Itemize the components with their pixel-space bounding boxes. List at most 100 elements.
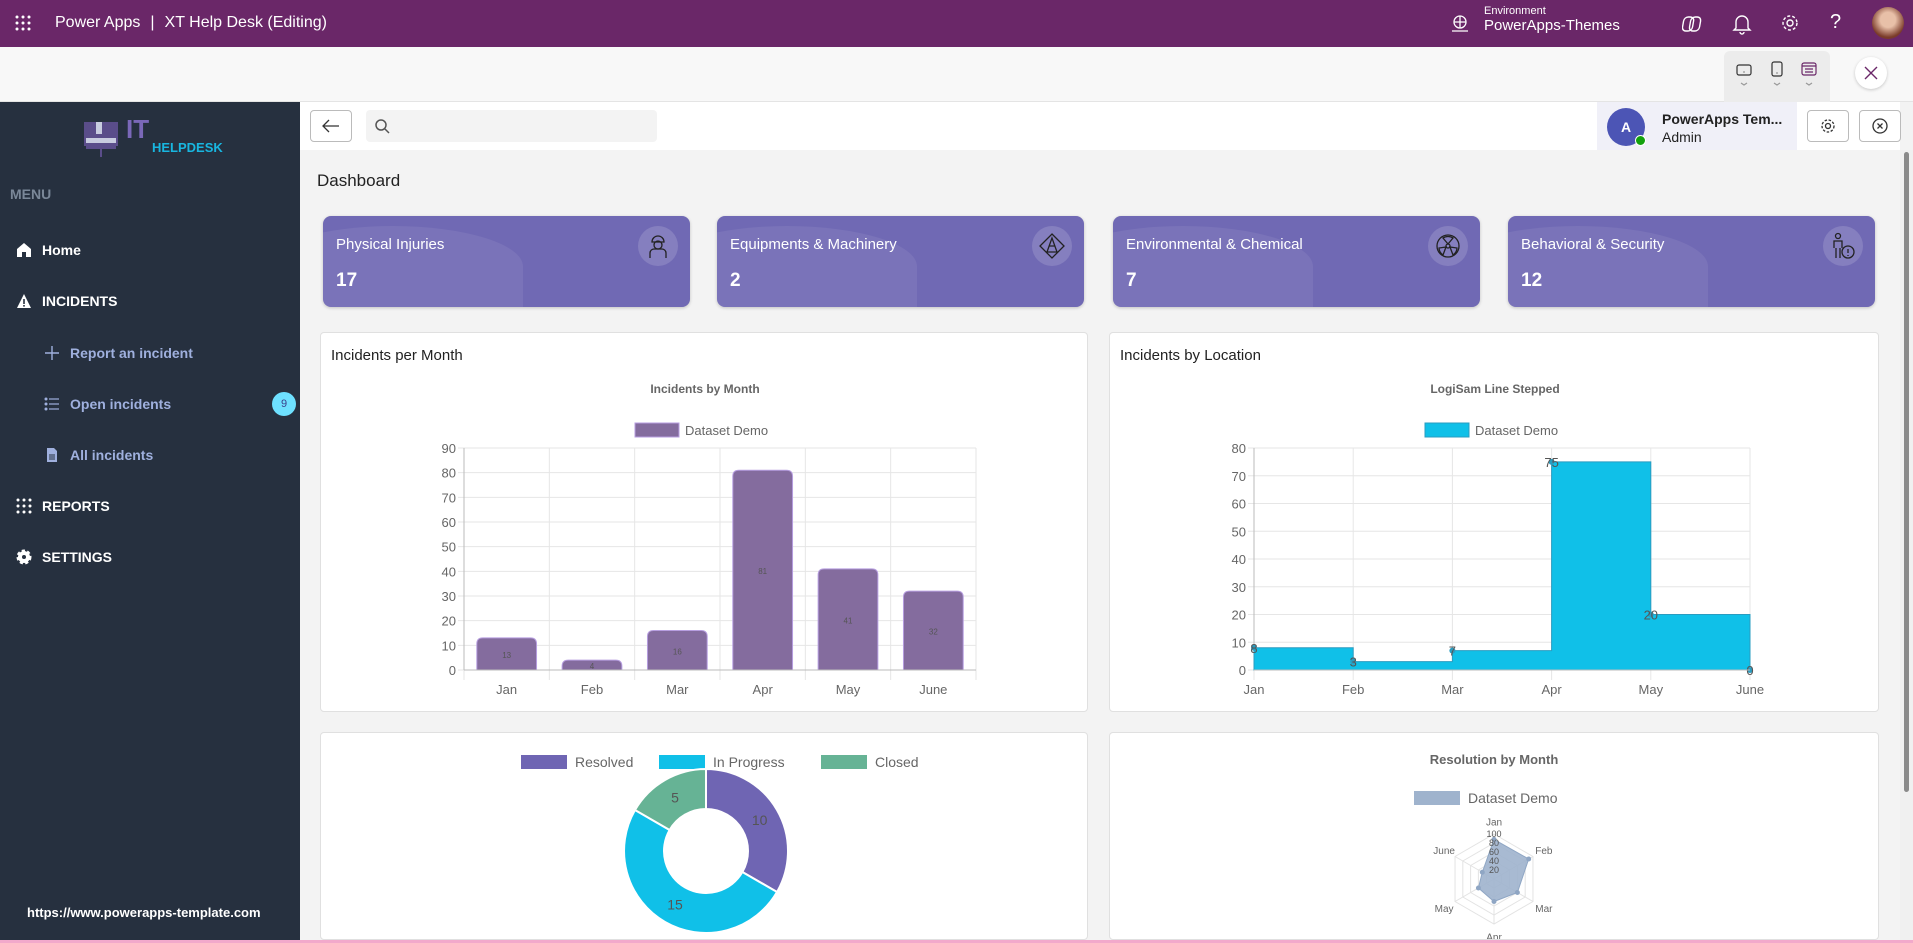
dashboard-content: Dashboard Physical Injuries17 Equipments… xyxy=(300,150,1900,943)
y-tick-label: 50 xyxy=(442,540,456,555)
legend-label: Dataset Demo xyxy=(1475,423,1558,438)
y-tick-label: 70 xyxy=(442,490,456,505)
slice-value-label: 5 xyxy=(671,789,679,805)
sidebar-item-report-incident[interactable]: Report an incident xyxy=(44,345,193,361)
panel-incidents-by-location: Incidents by Location LogiSam Line Stepp… xyxy=(1109,332,1879,712)
card-behavioral-security[interactable]: Behavioral & Security12 xyxy=(1508,216,1875,307)
x-tick-label: May xyxy=(1639,682,1664,697)
y-tick-label: 0 xyxy=(449,663,456,678)
phone-view-icon[interactable] xyxy=(1769,61,1785,92)
waffle-icon[interactable] xyxy=(14,14,32,37)
chart-title: Resolution by Month xyxy=(1430,752,1559,767)
legend-swatch xyxy=(821,755,867,769)
y-tick-label: 40 xyxy=(442,564,456,579)
point-value-label: 8 xyxy=(1250,641,1257,656)
person-alert-icon xyxy=(1823,226,1863,266)
card-environmental-chemical[interactable]: Environmental & Chemical7 xyxy=(1113,216,1480,307)
x-tick-label: May xyxy=(836,682,861,697)
logo-it: IT xyxy=(126,114,149,145)
radar-area xyxy=(1478,839,1528,901)
x-tick-label: Apr xyxy=(1541,682,1562,697)
footer-url-link[interactable]: https://www.powerapps-template.com xyxy=(27,905,261,920)
data-point xyxy=(1515,890,1520,895)
bar-chart: Incidents by MonthDataset Demo0102030405… xyxy=(321,333,1088,712)
sidebar-item-label: INCIDENTS xyxy=(42,293,117,309)
x-tick-label: Feb xyxy=(1342,682,1364,697)
y-tick-label: 10 xyxy=(1232,635,1246,650)
gear-icon xyxy=(16,549,32,565)
warning-icon xyxy=(16,293,32,309)
r-tick-label: 80 xyxy=(1489,838,1499,848)
app-header: A PowerApps Tem... Admin xyxy=(300,102,1900,150)
close-preview-button[interactable] xyxy=(1855,57,1887,89)
sidebar-item-reports[interactable]: REPORTS xyxy=(16,498,110,514)
back-button[interactable] xyxy=(310,110,352,142)
card-title: Physical Injuries xyxy=(336,236,444,253)
panel-status-doughnut: ResolvedIn ProgressClosed10155 xyxy=(320,732,1088,940)
sidebar-item-incidents[interactable]: INCIDENTS xyxy=(16,293,117,309)
sidebar-item-open-incidents[interactable]: Open incidents 9 xyxy=(44,396,284,412)
search-input[interactable] xyxy=(396,110,651,142)
y-tick-label: 30 xyxy=(1232,580,1246,595)
help-icon[interactable]: ? xyxy=(1830,11,1841,34)
document-icon xyxy=(44,447,60,463)
data-point xyxy=(1480,870,1485,875)
doughnut-chart: ResolvedIn ProgressClosed10155 xyxy=(321,733,1087,939)
traffic-cone-icon xyxy=(1032,226,1072,266)
y-tick-label: 60 xyxy=(442,515,456,530)
page-title: Dashboard xyxy=(317,171,400,191)
worker-icon xyxy=(638,226,678,266)
card-equipments-machinery[interactable]: Equipments & Machinery2 xyxy=(717,216,1084,307)
stepped-line-chart: LogiSam Line SteppedDataset Demo01020304… xyxy=(1110,333,1879,712)
sidebar-item-label: Home xyxy=(42,242,81,258)
legend-swatch xyxy=(1425,423,1469,437)
home-icon xyxy=(16,242,32,258)
app-title: XT Help Desk (Editing) xyxy=(165,14,327,32)
settings-icon[interactable] xyxy=(1780,13,1800,38)
legend-label: Closed xyxy=(875,754,919,770)
x-tick-label: June xyxy=(1736,682,1764,697)
y-tick-label: 80 xyxy=(1232,441,1246,456)
tablet-view-icon[interactable] xyxy=(1736,61,1752,92)
sidebar: IT HELPDESK MENU Home INCIDENTS Report a… xyxy=(0,102,300,943)
y-tick-label: 90 xyxy=(442,441,456,456)
scrollbar-thumb[interactable] xyxy=(1904,152,1909,792)
radar-axis-label: Mar xyxy=(1535,904,1553,915)
data-point xyxy=(1476,886,1481,891)
sidebar-item-label: REPORTS xyxy=(42,498,110,514)
slice-value-label: 10 xyxy=(752,812,768,828)
vertical-scrollbar[interactable] xyxy=(1900,150,1913,940)
search-box[interactable] xyxy=(366,110,657,142)
radar-axis-label: Apr xyxy=(1486,933,1502,939)
settings-button[interactable] xyxy=(1807,110,1849,142)
app-top-bar: Power Apps | XT Help Desk (Editing) Envi… xyxy=(0,0,1913,47)
sidebar-item-home[interactable]: Home xyxy=(16,242,81,258)
sidebar-item-all-incidents[interactable]: All incidents xyxy=(44,447,153,463)
open-incidents-badge: 9 xyxy=(272,392,296,416)
x-tick-label: Jan xyxy=(496,682,517,697)
y-tick-label: 20 xyxy=(1232,608,1246,623)
card-physical-injuries[interactable]: Physical Injuries17 xyxy=(323,216,690,307)
user-profile[interactable]: A PowerApps Tem... Admin xyxy=(1597,102,1797,150)
x-tick-label: Jan xyxy=(1244,682,1265,697)
environment-icon xyxy=(1450,14,1470,39)
radar-axis-label: Jan xyxy=(1486,817,1502,828)
bar-value-label: 13 xyxy=(502,651,511,660)
copilot-icon[interactable] xyxy=(1682,13,1704,40)
close-app-button[interactable] xyxy=(1859,110,1901,142)
radar-axis-label: June xyxy=(1433,846,1455,857)
legend-label: In Progress xyxy=(713,754,785,770)
x-tick-label: Apr xyxy=(753,682,774,697)
legend-swatch xyxy=(521,755,567,769)
search-icon xyxy=(374,118,390,134)
user-avatar[interactable] xyxy=(1872,7,1904,39)
web-view-icon[interactable] xyxy=(1801,61,1817,92)
arrow-left-icon xyxy=(322,119,340,133)
line-area xyxy=(1254,462,1750,670)
notifications-icon[interactable] xyxy=(1732,13,1752,40)
environment-picker[interactable]: Environment PowerApps-Themes xyxy=(1484,5,1620,34)
radar-chart: Resolution by MonthDataset DemoJanFebMar… xyxy=(1110,733,1878,939)
sidebar-item-settings[interactable]: SETTINGS xyxy=(16,549,112,565)
device-toolbar xyxy=(0,47,1913,102)
card-title: Equipments & Machinery xyxy=(730,236,897,253)
